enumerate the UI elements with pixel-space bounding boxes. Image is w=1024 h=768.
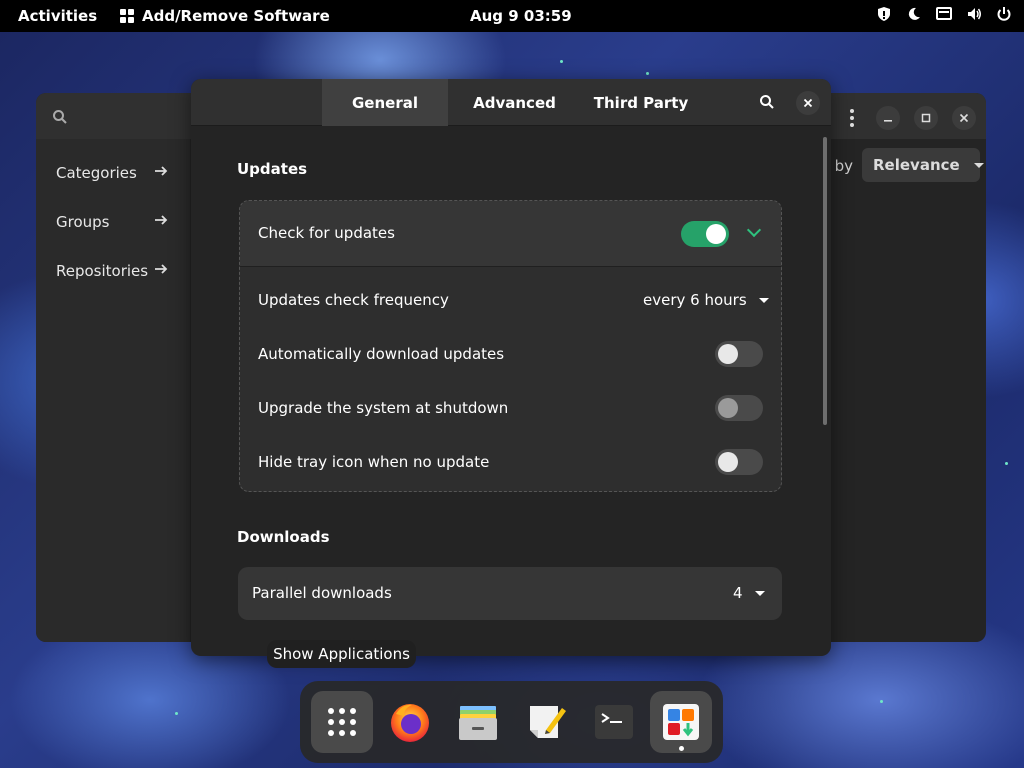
- dock-item-firefox[interactable]: [379, 691, 441, 753]
- frequency-label: Updates check frequency: [258, 291, 449, 309]
- check-for-updates-row[interactable]: Check for updates: [240, 201, 781, 267]
- search-icon[interactable]: [52, 109, 68, 129]
- show-applications-button[interactable]: [311, 691, 373, 753]
- close-icon: [803, 98, 813, 108]
- wallpaper-sparkle: [1005, 462, 1008, 465]
- activities-button[interactable]: Activities: [18, 7, 97, 25]
- clock[interactable]: Aug 9 03:59: [470, 7, 572, 25]
- arrow-right-icon: [154, 213, 168, 231]
- dock-item-terminal[interactable]: [583, 691, 645, 753]
- wallpaper-sparkle: [560, 60, 563, 63]
- scrollbar[interactable]: [823, 137, 827, 425]
- caret-down-icon: [973, 162, 984, 168]
- hide-tray-switch[interactable]: [715, 449, 763, 475]
- app-menu-label: Add/Remove Software: [142, 7, 330, 25]
- sidebar-item-label: Groups: [56, 213, 110, 231]
- close-window-button[interactable]: [952, 106, 976, 130]
- upgrade-shutdown-row: Upgrade the system at shutdown: [240, 375, 781, 429]
- sidebar-item-repositories[interactable]: Repositories: [56, 262, 168, 280]
- files-icon: [459, 706, 497, 740]
- app-grid-icon: [328, 708, 356, 736]
- wallpaper-sparkle: [880, 700, 883, 703]
- menu-icon[interactable]: [842, 108, 862, 128]
- hide-tray-label: Hide tray icon when no update: [258, 453, 490, 471]
- updates-group: Check for updates Updates check frequenc…: [239, 200, 782, 492]
- screen-icon[interactable]: [936, 6, 952, 22]
- search-icon[interactable]: [759, 94, 775, 114]
- chevron-down-icon[interactable]: [746, 222, 762, 238]
- auto-download-label: Automatically download updates: [258, 345, 505, 363]
- sidebar-item-groups[interactable]: Groups: [56, 213, 168, 231]
- auto-download-switch[interactable]: [715, 341, 763, 367]
- dock-tooltip: Show Applications: [267, 640, 416, 668]
- frequency-row: Updates check frequency every 6 hours: [240, 267, 781, 321]
- parallel-downloads-dropdown[interactable]: 4: [733, 584, 765, 602]
- app-menu[interactable]: Add/Remove Software: [120, 7, 330, 25]
- sidebar: Categories Groups Repositories: [36, 139, 190, 642]
- auto-download-row: Automatically download updates: [240, 321, 781, 375]
- text-editor-icon: [530, 706, 566, 738]
- parallel-downloads-label: Parallel downloads: [252, 584, 392, 602]
- upgrade-shutdown-label: Upgrade the system at shutdown: [258, 399, 509, 417]
- firefox-icon: [391, 704, 429, 742]
- frequency-value: every 6 hours: [643, 291, 747, 309]
- volume-icon[interactable]: [966, 6, 982, 22]
- tab-general[interactable]: General: [322, 79, 448, 126]
- check-for-updates-label: Check for updates: [258, 224, 395, 242]
- software-icon: [663, 704, 699, 740]
- sort-dropdown[interactable]: Relevance: [862, 148, 984, 182]
- top-bar: Activities Add/Remove Software Aug 9 03:…: [0, 0, 1024, 32]
- wallpaper-sparkle: [646, 72, 649, 75]
- minimize-button[interactable]: [876, 106, 900, 130]
- window-controls: [842, 106, 976, 130]
- wallpaper-sparkle: [175, 712, 178, 715]
- caret-down-icon: [754, 590, 765, 596]
- app-grid-icon: [120, 9, 134, 23]
- arrow-right-icon: [154, 262, 168, 280]
- dock-item-files[interactable]: [447, 691, 509, 753]
- system-tray[interactable]: [876, 6, 1012, 22]
- check-for-updates-switch[interactable]: [681, 221, 729, 247]
- caret-down-icon: [758, 297, 769, 303]
- downloads-section-title: Downloads: [237, 528, 330, 546]
- night-light-icon[interactable]: [906, 6, 922, 22]
- maximize-button[interactable]: [914, 106, 938, 130]
- dialog-header: General Advanced Third Party: [191, 79, 831, 126]
- dock-item-add-remove-software[interactable]: [650, 691, 712, 753]
- frequency-dropdown[interactable]: every 6 hours: [643, 291, 769, 309]
- shield-icon[interactable]: [876, 6, 892, 22]
- arrow-right-icon: [154, 164, 168, 182]
- dock: [300, 681, 723, 763]
- close-dialog-button[interactable]: [796, 91, 820, 115]
- upgrade-shutdown-switch[interactable]: [715, 395, 763, 421]
- updates-section-title: Updates: [237, 160, 308, 178]
- sidebar-item-categories[interactable]: Categories: [56, 164, 168, 182]
- preferences-dialog: General Advanced Third Party Updates Che…: [191, 79, 831, 656]
- dock-item-text-editor[interactable]: [515, 691, 577, 753]
- sidebar-item-label: Repositories: [56, 262, 149, 280]
- sort-dropdown-value: Relevance: [873, 156, 960, 174]
- sidebar-item-label: Categories: [56, 164, 137, 182]
- parallel-downloads-value: 4: [733, 584, 743, 602]
- parallel-downloads-row[interactable]: Parallel downloads 4: [238, 567, 782, 620]
- hide-tray-row: Hide tray icon when no update: [240, 429, 781, 483]
- tab-third-party[interactable]: Third Party: [580, 79, 702, 126]
- tab-advanced[interactable]: Advanced: [449, 79, 580, 126]
- power-icon[interactable]: [996, 6, 1012, 22]
- running-indicator: [679, 746, 684, 751]
- terminal-icon: [595, 705, 633, 739]
